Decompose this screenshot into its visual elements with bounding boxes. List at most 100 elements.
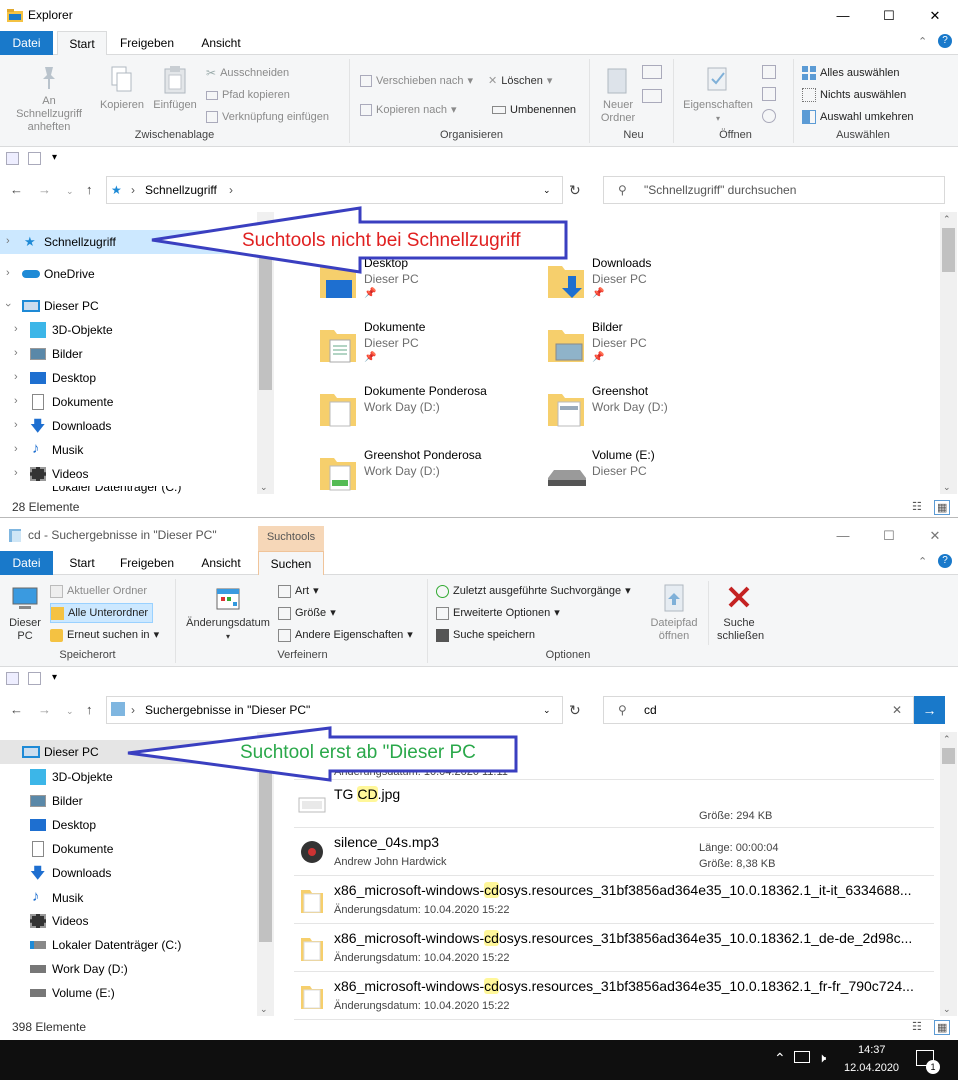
refresh-icon[interactable]: ↻ bbox=[569, 182, 581, 199]
nav-item-pictures[interactable]: Bilder bbox=[0, 789, 257, 813]
search-input[interactable]: ⚲ "Schnellzugriff" durchsuchen bbox=[603, 176, 945, 204]
up-icon[interactable]: ↑ bbox=[86, 182, 93, 197]
help-icon[interactable]: ? bbox=[938, 34, 952, 48]
select-none-button[interactable]: Nichts auswählen bbox=[802, 85, 906, 105]
scroll-up-icon[interactable]: ⌃ bbox=[943, 214, 951, 225]
tab-share[interactable]: Freigeben bbox=[111, 551, 183, 575]
network-icon[interactable] bbox=[794, 1051, 810, 1063]
nav-item-volume-e[interactable]: Volume (E:) bbox=[0, 981, 257, 1005]
show-hidden-icons-icon[interactable]: ⌃ bbox=[774, 1050, 786, 1067]
open-icon[interactable] bbox=[762, 65, 776, 79]
maximize-button[interactable]: ☐ bbox=[866, 0, 912, 31]
date-modified-button[interactable]: Änderungsdatum ▾ bbox=[180, 585, 276, 643]
close-button[interactable]: ✕ bbox=[912, 520, 958, 551]
address-dropdown-icon[interactable]: ⌄ bbox=[543, 185, 551, 196]
minimize-button[interactable]: — bbox=[820, 520, 866, 551]
refresh-icon[interactable]: ↻ bbox=[569, 702, 581, 719]
tile-documents[interactable]: Dokumente Dieser PC 📌 bbox=[316, 316, 536, 372]
search-again-button[interactable]: Erneut suchen in ▾ bbox=[50, 625, 159, 645]
pin-quick-access-button[interactable]: An Schnellzugriff anheften bbox=[4, 65, 94, 134]
easy-access-icon[interactable] bbox=[642, 89, 662, 103]
scroll-thumb[interactable] bbox=[942, 748, 955, 764]
back-icon[interactable]: ← bbox=[10, 702, 23, 717]
other-properties-button[interactable]: Andere Eigenschaften ▾ bbox=[278, 625, 413, 645]
nav-item-desktop[interactable]: Desktop bbox=[0, 813, 257, 837]
help-icon[interactable]: ? bbox=[938, 554, 952, 568]
tile-desktop[interactable]: Desktop Dieser PC 📌 bbox=[316, 252, 536, 308]
expand-chevron-icon[interactable]: › bbox=[14, 323, 18, 335]
scroll-down-icon[interactable]: ⌄ bbox=[260, 1004, 268, 1015]
nav-item-downloads[interactable]: 🡇 Downloads bbox=[0, 861, 257, 885]
customize-qat-icon[interactable]: ▾ bbox=[52, 672, 57, 683]
clock-date[interactable]: 12.04.2020 bbox=[844, 1062, 899, 1074]
advanced-options-button[interactable]: Erweiterte Optionen ▾ bbox=[436, 603, 560, 623]
forward-icon[interactable]: → bbox=[38, 182, 51, 197]
nav-item-onedrive[interactable]: › OneDrive bbox=[0, 262, 257, 286]
expand-chevron-icon[interactable]: › bbox=[14, 371, 18, 383]
nav-item-music[interactable]: ♪ Musik bbox=[0, 886, 257, 910]
expand-chevron-icon[interactable]: › bbox=[14, 443, 18, 455]
kind-button[interactable]: Art ▾ bbox=[278, 581, 319, 601]
up-icon[interactable]: ↑ bbox=[86, 702, 93, 717]
size-button[interactable]: Größe ▾ bbox=[278, 603, 336, 623]
clear-search-icon[interactable]: ✕ bbox=[892, 703, 902, 717]
search-go-button[interactable]: → bbox=[914, 696, 945, 724]
expand-chevron-icon[interactable]: › bbox=[14, 347, 18, 359]
new-item-icon[interactable] bbox=[642, 65, 662, 79]
nav-item-this-pc[interactable]: Dieser PC bbox=[0, 740, 257, 764]
cut-button[interactable]: ✂ Ausschneiden bbox=[206, 63, 289, 83]
back-icon[interactable]: ← bbox=[10, 182, 23, 197]
copy-to-button[interactable]: Kopieren nach ▾ bbox=[360, 100, 456, 120]
breadcrumb[interactable]: Suchergebnisse in "Dieser PC" bbox=[145, 703, 310, 717]
address-box[interactable]: ★ › Schnellzugriff › ⌄ bbox=[106, 176, 563, 204]
details-view-icon[interactable]: ☷ bbox=[912, 500, 922, 513]
tab-search[interactable]: Suchen bbox=[258, 551, 324, 576]
nav-item-downloads[interactable]: › 🡇 Downloads bbox=[0, 414, 257, 438]
nav-item-videos[interactable]: Videos bbox=[0, 909, 257, 933]
delete-button[interactable]: ✕ Löschen ▾ bbox=[488, 71, 552, 91]
move-to-button[interactable]: Verschieben nach ▾ bbox=[360, 71, 473, 91]
address-box[interactable]: › Suchergebnisse in "Dieser PC" ⌄ bbox=[106, 696, 563, 724]
scroll-down-icon[interactable]: ⌄ bbox=[943, 1004, 951, 1015]
edit-icon[interactable] bbox=[762, 87, 776, 101]
nav-item-3d-objects[interactable]: 3D-Objekte bbox=[0, 765, 257, 789]
new-folder-button[interactable]: Neuer Ordner bbox=[596, 65, 640, 125]
properties-qat-icon[interactable] bbox=[6, 672, 19, 685]
nav-item-this-pc[interactable]: › Dieser PC bbox=[0, 294, 257, 318]
open-file-location-button[interactable]: Dateipfad öffnen bbox=[644, 583, 704, 643]
results-scrollbar[interactable]: ⌃ ⌄ bbox=[940, 732, 957, 1016]
search-input[interactable]: ⚲ cd ✕ bbox=[603, 696, 914, 724]
breadcrumb[interactable]: Schnellzugriff bbox=[145, 183, 217, 197]
copy-button[interactable]: Kopieren bbox=[98, 65, 146, 112]
collapse-chevron-icon[interactable]: › bbox=[2, 303, 14, 307]
tab-view[interactable]: Ansicht bbox=[190, 551, 252, 575]
expand-chevron-icon[interactable]: › bbox=[14, 467, 18, 479]
tile-greenshot-ponderosa[interactable]: Greenshot Ponderosa Work Day (D:) bbox=[316, 444, 536, 494]
expand-chevron-icon[interactable]: › bbox=[6, 235, 10, 247]
tile-downloads[interactable]: Downloads Dieser PC 📌 bbox=[544, 252, 764, 308]
tab-file[interactable]: Datei bbox=[0, 31, 53, 55]
all-subfolders-button[interactable]: Alle Unterordner bbox=[50, 603, 154, 623]
content-view-icon[interactable]: ▦ bbox=[934, 1020, 951, 1035]
save-search-button[interactable]: Suche speichern bbox=[436, 625, 535, 645]
nav-item-local-disk[interactable]: Lokaler Datenträger (C:) bbox=[0, 486, 257, 494]
tile-greenshot[interactable]: Greenshot Work Day (D:) bbox=[544, 380, 764, 436]
ribbon-expand-icon[interactable]: ⌃ bbox=[918, 35, 927, 48]
invert-selection-button[interactable]: Auswahl umkehren bbox=[802, 107, 914, 127]
tile-documents-ponderosa[interactable]: Dokumente Ponderosa Work Day (D:) bbox=[316, 380, 536, 436]
tab-file[interactable]: Datei bbox=[0, 551, 53, 575]
expand-chevron-icon[interactable]: › bbox=[14, 419, 18, 431]
nav-item-quick-access[interactable]: › ★ Schnellzugriff bbox=[0, 230, 257, 254]
recent-chevron-icon[interactable]: ⌄ bbox=[66, 186, 74, 197]
history-icon[interactable] bbox=[762, 109, 776, 123]
volume-icon[interactable]: 🕨 bbox=[818, 1050, 826, 1066]
new-folder-qat-icon[interactable] bbox=[28, 152, 41, 165]
nav-item-desktop[interactable]: › Desktop bbox=[0, 366, 257, 390]
scroll-up-icon[interactable]: ⌃ bbox=[943, 734, 951, 745]
scroll-thumb[interactable] bbox=[259, 742, 272, 942]
nav-item-videos[interactable]: › Videos bbox=[0, 462, 257, 486]
content-scrollbar[interactable]: ⌃ ⌄ bbox=[940, 212, 957, 494]
paste-shortcut-button[interactable]: Verknüpfung einfügen bbox=[206, 107, 329, 127]
paste-button[interactable]: Einfügen bbox=[150, 65, 200, 112]
nav-item-music[interactable]: › ♪ Musik bbox=[0, 438, 257, 462]
